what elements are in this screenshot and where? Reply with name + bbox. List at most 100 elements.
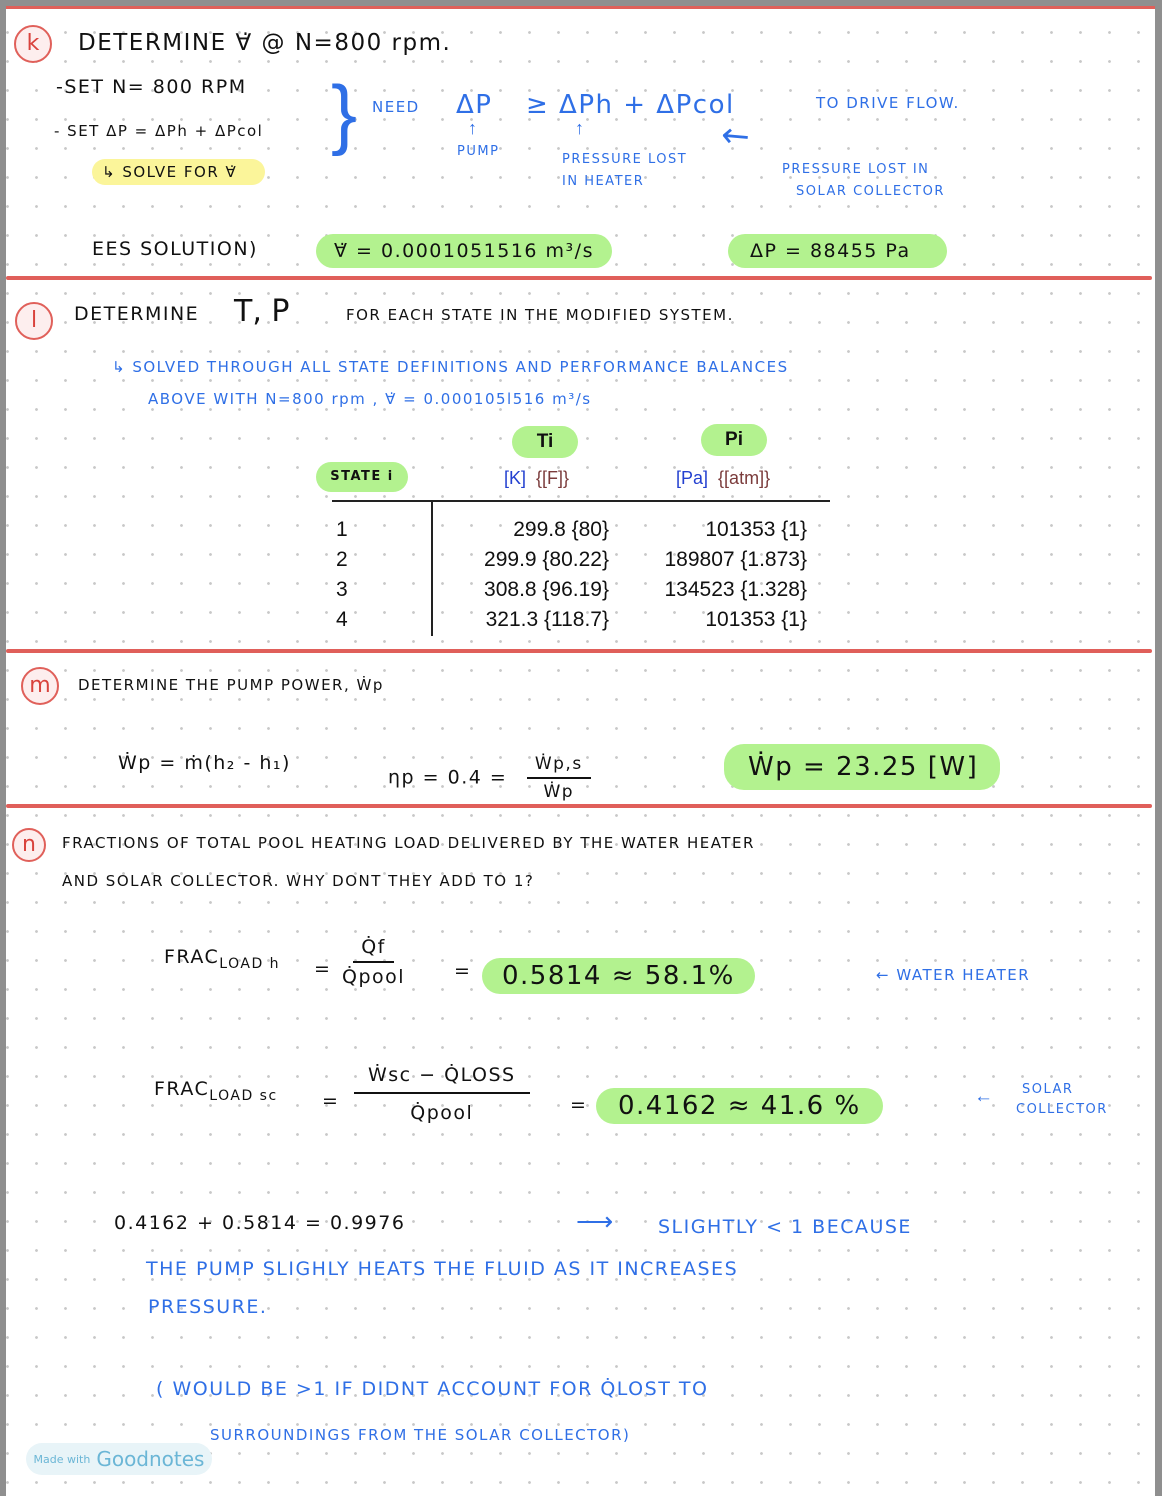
section-l-note-2: ABOVE WITH N=800 rpm , ∀̇ = 0.000105l516… — [148, 390, 592, 408]
state-header: STATE i — [316, 462, 408, 492]
frac-h-fraction: Q̇f Q̇pool — [342, 936, 405, 988]
unit-k: [K] — [504, 468, 527, 488]
section-l-title-tp: T, P — [234, 294, 290, 329]
ees-solution-label: EES SOLUTION) — [92, 238, 258, 260]
frac-sc-den: Q̇pool — [410, 1102, 474, 1124]
section-n-question-1: FRACTIONS OF TOTAL POOL HEATING LOAD DEL… — [62, 834, 755, 852]
p-cell: 101353 {1} — [705, 518, 807, 541]
equals-sign: = — [322, 1090, 340, 1112]
table-row: 4 — [336, 608, 348, 632]
equals-sign: = — [454, 960, 472, 982]
frac-sc-note-2: COLLECTOR — [1016, 1102, 1108, 1117]
section-n-question-2: AND SOLAR COLLECTOR. WHY DONT THEY ADD T… — [62, 872, 535, 890]
frac-sc-subscript: LOAD sc — [209, 1087, 278, 1104]
t-cell: 299.9 {80.22} — [484, 548, 609, 571]
table-header-rule — [332, 500, 830, 502]
collector-label-2: SOLAR COLLECTOR — [796, 184, 945, 199]
state-cell: 1 — [336, 518, 348, 541]
pump-eff-num: Ẇp,s — [526, 754, 591, 779]
p-cell: 189807 {1.873} — [664, 548, 808, 571]
table-state-rule — [431, 500, 433, 636]
frac-h-lhs: FRACLOAD h — [164, 946, 280, 972]
section-m-label: m — [21, 667, 59, 705]
aside-1: ( WOULD BE >1 IF DIDNT ACCOUNT FOR Q̇LOS… — [156, 1378, 709, 1400]
section-l-note-1: ↳ SOLVED THROUGH ALL STATE DEFINITIONS A… — [112, 358, 789, 376]
left-arrow-icon: ← — [974, 1086, 993, 1107]
t-cell: 321.3 {118.7} — [485, 608, 609, 631]
step-set-dp: - SET ΔP = ΔPh + ΔPcol — [54, 122, 264, 140]
pump-eff-eq: ηp = 0.4 = Ẇp,s Ẇp — [388, 754, 591, 802]
frac-sc-result: 0.4162 ≈ 41.6 % — [596, 1088, 883, 1124]
right-arrow-icon: ⟶ — [576, 1206, 614, 1236]
t-cell: 299.8 {80} — [513, 518, 609, 541]
up-arrow-icon: ↑ — [468, 118, 477, 138]
table-row: 3 — [336, 578, 348, 602]
section-divider — [6, 649, 1152, 653]
pump-label: PUMP — [457, 144, 500, 159]
need-eq-rhs: ≥ ΔPh + ΔPcol — [526, 90, 735, 120]
flow-result: ∀̇ = 0.0001051516 m³/s — [316, 234, 612, 268]
pump-eff-den: Ẇp — [543, 782, 575, 802]
explain-1: SLIGHTLY < 1 BECAUSE — [658, 1216, 912, 1238]
t-cell: 308.8 {96.19} — [484, 578, 609, 601]
frac-sc-lhs: FRACLOAD sc — [154, 1078, 278, 1104]
section-k-title: DETERMINE ∀̇ @ N=800 rpm. — [78, 30, 452, 56]
step-solve: ↳ SOLVE FOR ∀̇ — [88, 159, 281, 185]
table-row: 1 — [336, 518, 348, 542]
unit-f: {[F]} — [536, 468, 570, 488]
frac-h-result: 0.5814 ≈ 58.1% — [482, 958, 755, 994]
frac-h-den: Q̇pool — [342, 966, 406, 988]
equals-sign: = — [570, 1094, 588, 1116]
section-k-label: k — [14, 25, 52, 63]
brace-icon: } — [331, 69, 358, 157]
frac-h-subscript: LOAD h — [219, 955, 281, 972]
frac-h-fraction-body: Q̇f Q̇pool — [342, 936, 405, 988]
section-l-title-2: FOR EACH STATE IN THE MODIFIED SYSTEM. — [346, 306, 734, 324]
collector-label-1: PRESSURE LOST IN — [782, 162, 930, 177]
section-divider — [6, 804, 1152, 808]
pump-eff-lhs: ηp = 0.4 = — [388, 766, 508, 789]
to-drive-flow: TO DRIVE FLOW. — [816, 94, 960, 112]
equals-sign: = — [314, 958, 332, 980]
step-set-n: -SET N= 800 RPM — [56, 76, 247, 98]
sum-equation: 0.4162 + 0.5814 = 0.9976 — [114, 1212, 406, 1234]
section-l-label: l — [15, 302, 53, 340]
state-cell: 3 — [336, 578, 348, 601]
frac-h-note: ← WATER HEATER — [876, 966, 1031, 984]
unit-pa: [Pa] — [676, 468, 709, 488]
solve-for-highlight: ↳ SOLVE FOR ∀̇ — [92, 159, 266, 185]
state-cell: 4 — [336, 608, 348, 631]
col-t-units: [K] {[F]} — [504, 468, 569, 489]
p-cell: 101353 {1} — [705, 608, 807, 631]
section-l-title-1: DETERMINE — [74, 303, 200, 325]
frac-h-num: Q̇f — [353, 936, 394, 963]
col-p-header: Pi — [701, 424, 767, 456]
explain-2: THE PUMP SLIGHLY HEATS THE FLUID AS IT I… — [146, 1258, 739, 1280]
goodnotes-badge: Made with Goodnotes — [26, 1443, 212, 1475]
section-n-label: n — [12, 828, 46, 862]
frac-sc-fraction-body: Ẇsc − Q̇LOSS Q̇pool — [354, 1064, 530, 1124]
heater-label-2: IN HEATER — [562, 174, 645, 189]
col-p-units: [Pa] {[atm]} — [676, 468, 770, 489]
frac-sc-label: FRAC — [154, 1078, 210, 1100]
pump-power-result: Ẇp = 23.25 [W] — [724, 744, 1001, 790]
heater-label-1: PRESSURE LOST — [562, 152, 688, 167]
notebook-page: k DETERMINE ∀̇ @ N=800 rpm. -SET N= 800 … — [6, 6, 1155, 1496]
need-label: NEED — [372, 98, 420, 116]
section-divider — [6, 276, 1152, 280]
dp-result: ΔP = 88455 Pa — [728, 234, 947, 268]
state-cell: 2 — [336, 548, 348, 571]
section-m-title: DETERMINE THE PUMP POWER, Ẇp — [78, 676, 384, 694]
table-row: 2 — [336, 548, 348, 572]
p-cell: 134523 {1.328} — [664, 578, 808, 601]
up-arrow-icon: ↑ — [575, 118, 584, 138]
col-t-header: Ti — [512, 426, 578, 458]
page-top-rule — [6, 6, 1155, 9]
pump-eff-fraction: Ẇp,s Ẇp — [526, 754, 591, 802]
frac-sc-num: Ẇsc − Q̇LOSS — [354, 1064, 530, 1094]
badge-prefix: Made with — [33, 1452, 91, 1466]
pump-work-eq: Ẇp = ṁ(h₂ - h₁) — [118, 752, 291, 774]
frac-h-label: FRAC — [164, 946, 220, 968]
frac-sc-fraction: Ẇsc − Q̇LOSS Q̇pool — [354, 1064, 530, 1124]
frac-sc-note-1: SOLAR — [1022, 1082, 1074, 1097]
